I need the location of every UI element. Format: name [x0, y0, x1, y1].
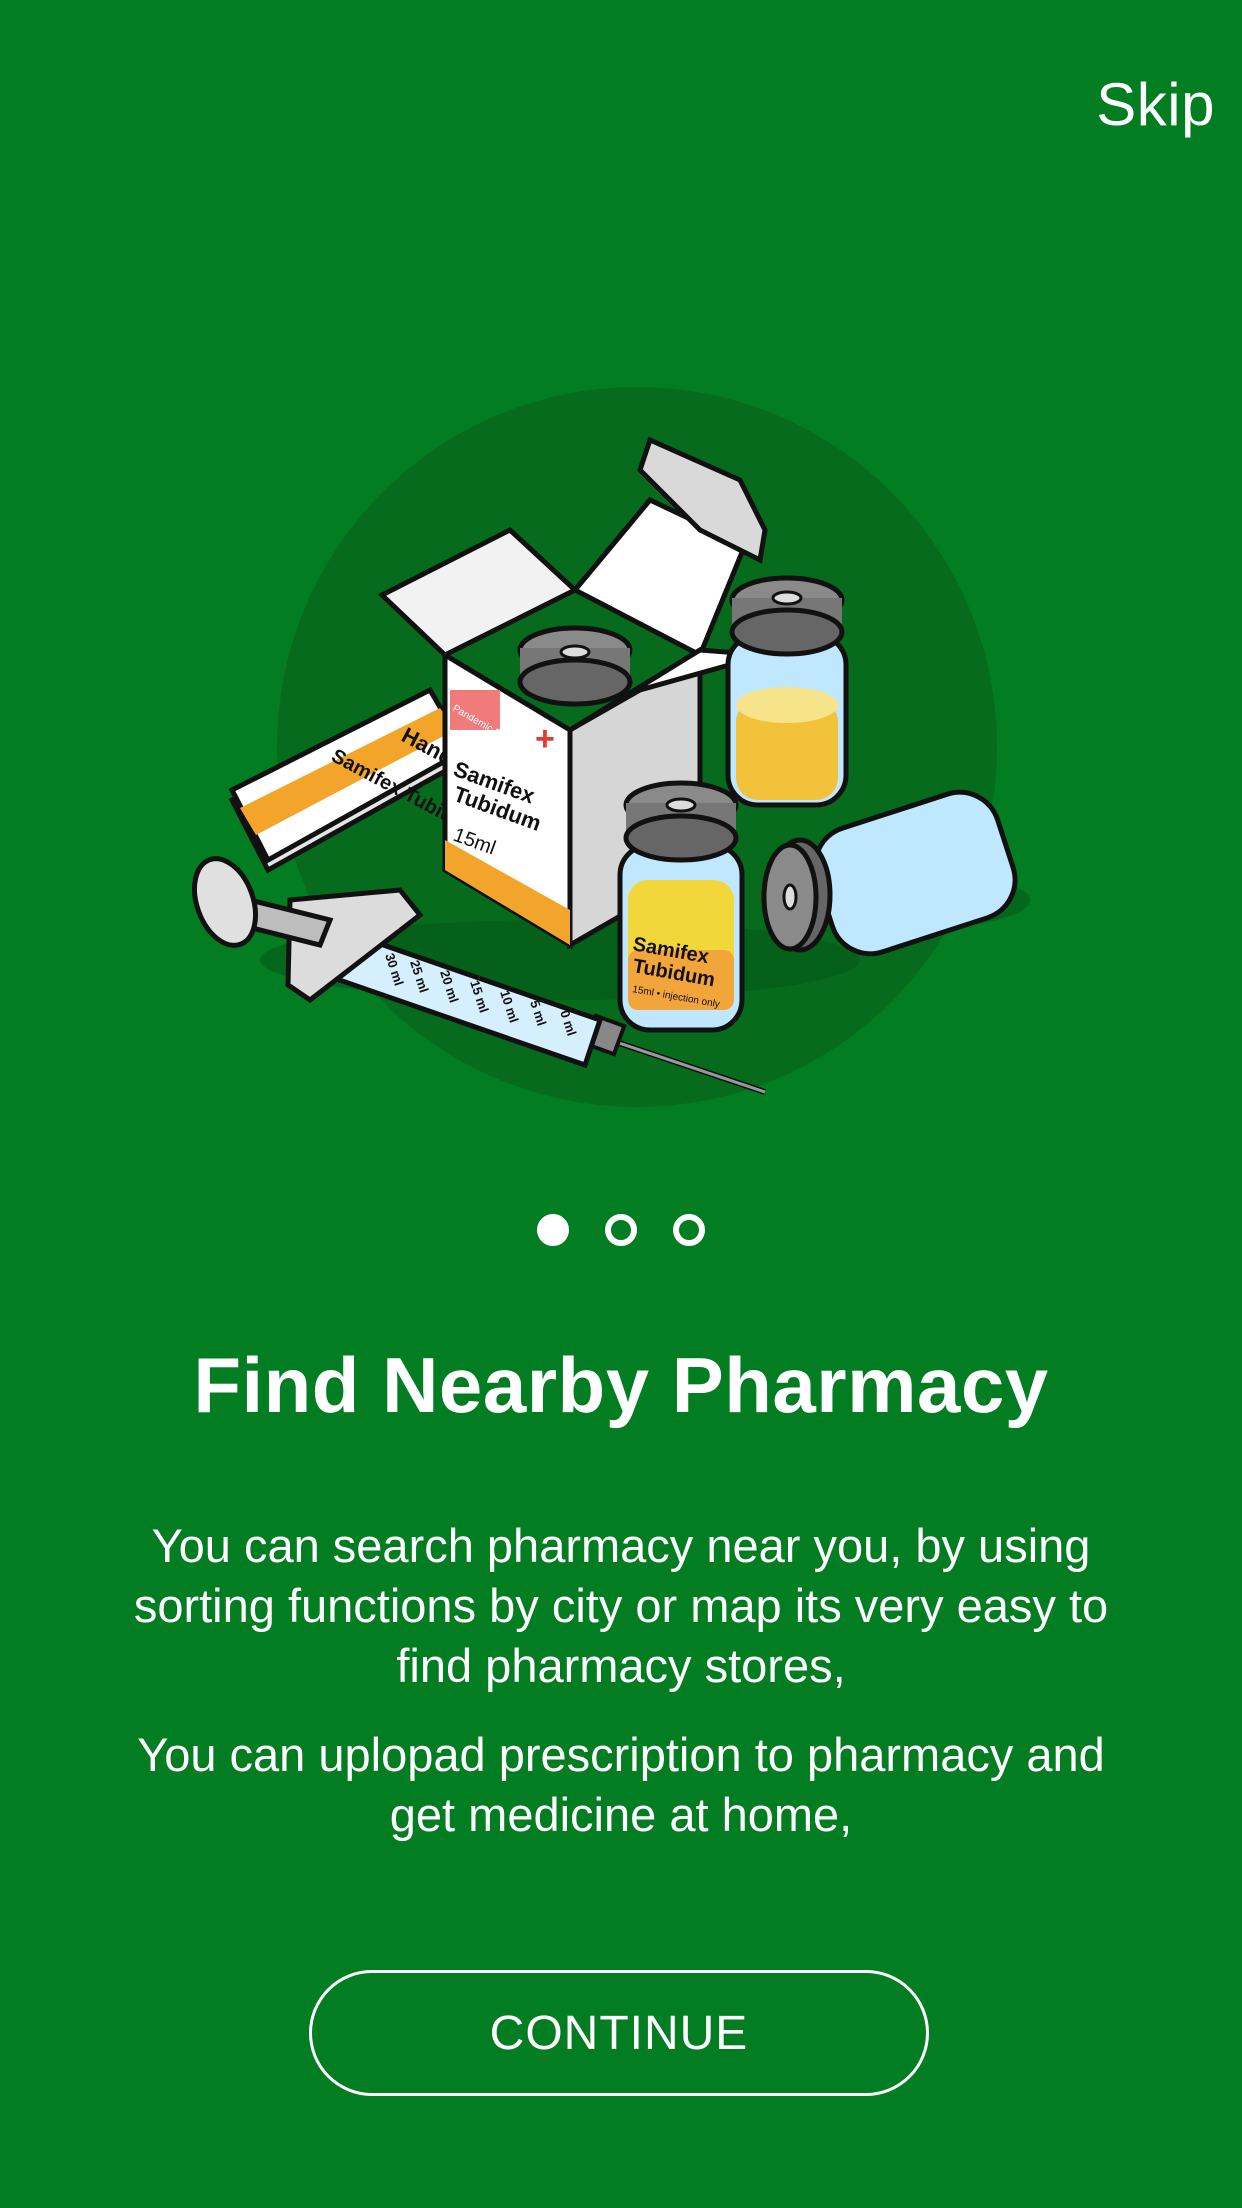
page-dot-1[interactable]: [537, 1214, 569, 1246]
pharmacy-medicine-illustration: Hand Manual Samifex Tubidum Pandemic Sol…: [192, 387, 1030, 1107]
red-cross-icon: +: [535, 720, 555, 758]
vial-upright-back: [725, 575, 849, 808]
onboarding-description-2: You can uplopad prescription to pharmacy…: [137, 1728, 1105, 1841]
continue-button[interactable]: CONTINUE: [309, 1970, 929, 2096]
onboarding-title: Find Nearby Pharmacy: [193, 1341, 1049, 1429]
page-indicator: [0, 1214, 1242, 1246]
onboarding-description-1: You can search pharmacy near you, by usi…: [133, 1519, 1109, 1692]
vial-front: Samifex Tubidum 15ml • injection only: [617, 780, 745, 1033]
page-dot-2[interactable]: [605, 1214, 637, 1246]
page-dot-3[interactable]: [673, 1214, 705, 1246]
